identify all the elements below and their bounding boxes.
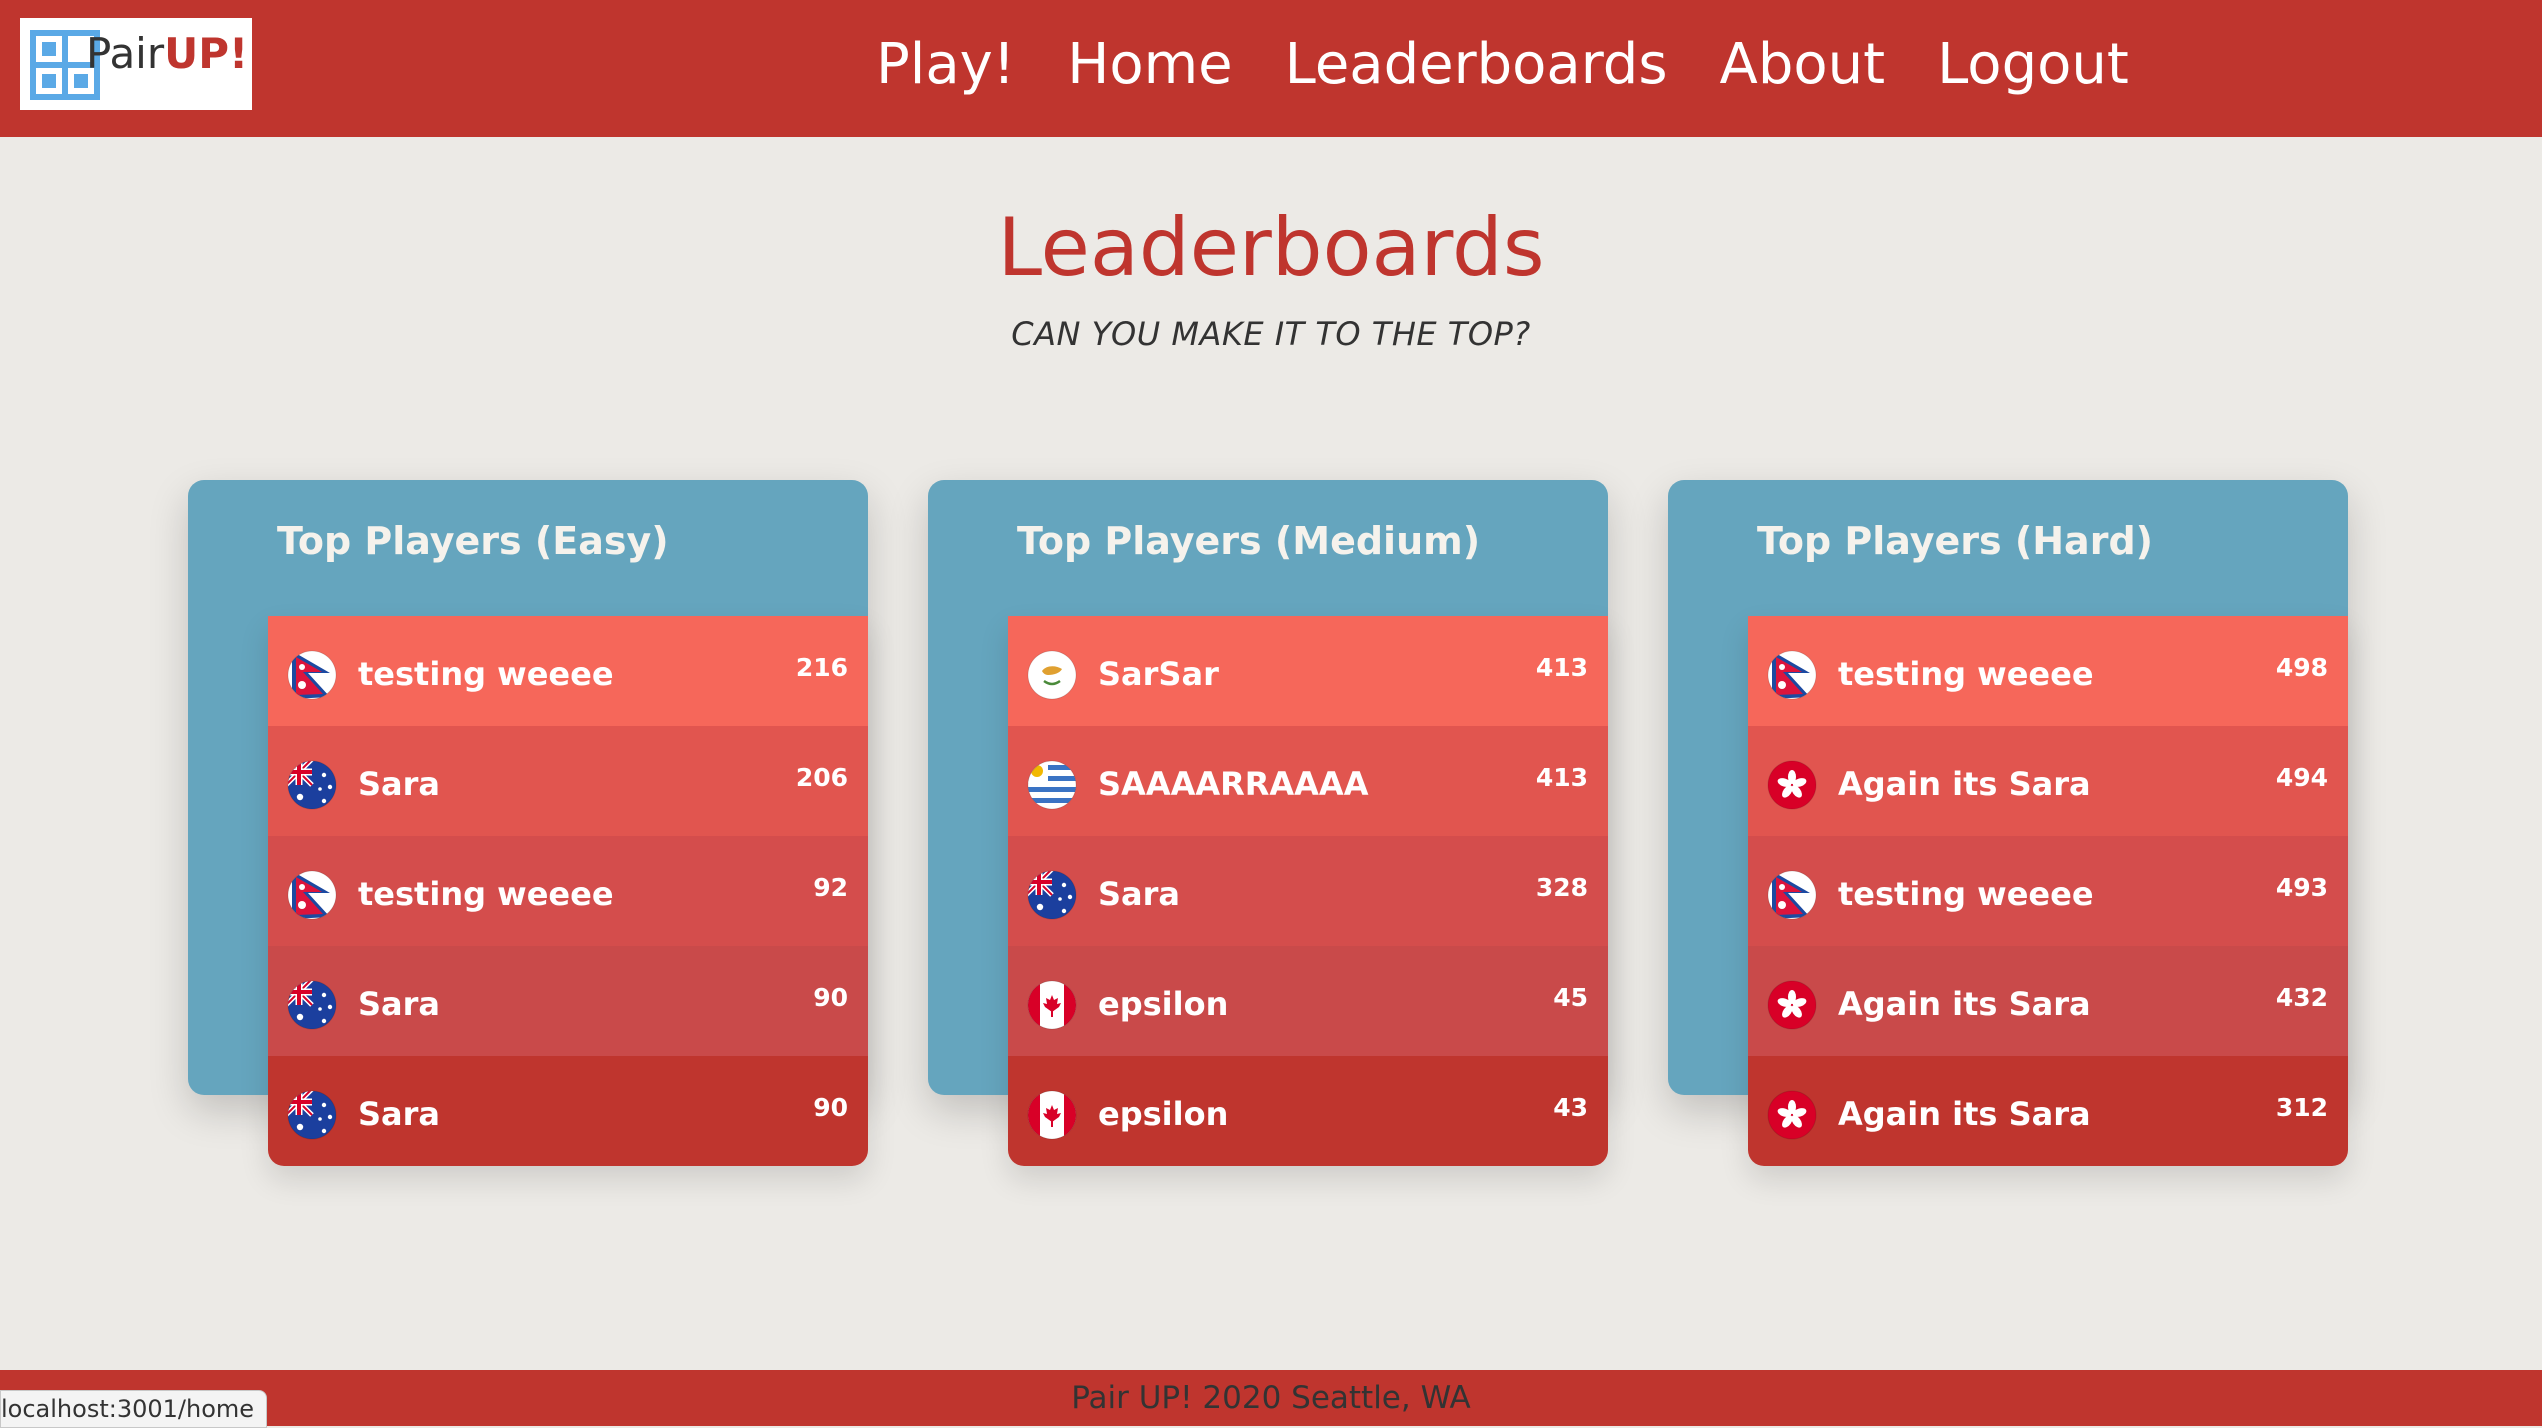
player-name: Again its Sara <box>1838 1095 2091 1133</box>
player-name: testing weeee <box>358 655 614 693</box>
status-bar-url: localhost:3001/home <box>0 1390 268 1428</box>
player-row: 5. epsilon 43 <box>1008 1056 1608 1166</box>
player-score: 206 <box>795 763 848 792</box>
nepal-flag-icon <box>1766 869 1818 921</box>
player-name: Again its Sara <box>1838 765 2091 803</box>
nepal-flag-icon <box>286 649 338 701</box>
player-name: Sara <box>358 1095 441 1133</box>
nepal-flag-icon <box>1766 649 1818 701</box>
hong-kong-flag-icon <box>1766 979 1818 1031</box>
hong-kong-flag-icon <box>1766 759 1818 811</box>
australia-flag-icon <box>1026 869 1078 921</box>
canada-flag-icon <box>1026 1089 1078 1141</box>
leaderboard-easy: Top Players (Easy) 1. testing weeee 216 … <box>188 480 978 1168</box>
player-score: 328 <box>1535 873 1588 902</box>
uruguay-flag-icon <box>1026 759 1078 811</box>
player-row: 4. Again its Sara 432 <box>1748 946 2348 1056</box>
player-name: Sara <box>358 765 441 803</box>
australia-flag-icon <box>286 1089 338 1141</box>
player-name: testing weeee <box>1838 655 2094 693</box>
nav-about-link[interactable]: About <box>1720 28 1886 108</box>
logo-text: PairUP! <box>86 30 248 78</box>
nav-leaderboards-link[interactable]: Leaderboards <box>1285 28 1668 108</box>
player-row: 3. Sara 328 <box>1008 836 1608 946</box>
player-score: 432 <box>2275 983 2328 1012</box>
player-score: 43 <box>1553 1093 1588 1122</box>
player-list: 1. testing weeee 216 2. Sara 206 3. test… <box>268 616 868 1166</box>
leaderboard-medium: Top Players (Medium) 1. SarSar 413 2. SA… <box>928 480 1718 1168</box>
page-title: Leaderboards <box>997 201 1545 294</box>
logo-pair-text: Pair <box>86 29 165 78</box>
player-row: 2. Sara 206 <box>268 726 868 836</box>
player-score: 498 <box>2275 653 2328 682</box>
hong-kong-flag-icon <box>1766 1089 1818 1141</box>
leaderboard-hard: Top Players (Hard) 1. testing weeee 498 … <box>1668 480 2458 1168</box>
player-name: testing weeee <box>1838 875 2094 913</box>
player-row: 2. SAAAARRAAAA 413 <box>1008 726 1608 836</box>
pairup-logo[interactable]: PairUP! <box>20 18 252 110</box>
australia-flag-icon <box>286 979 338 1031</box>
player-row: 1. SarSar 413 <box>1008 616 1608 726</box>
player-row: 3. testing weeee 493 <box>1748 836 2348 946</box>
board-title: Top Players (Easy) <box>277 519 669 563</box>
player-row: 2. Again its Sara 494 <box>1748 726 2348 836</box>
australia-flag-icon <box>286 759 338 811</box>
player-score: 493 <box>2275 873 2328 902</box>
player-score: 45 <box>1553 983 1588 1012</box>
footer: Pair UP! 2020 Seattle, WA <box>0 1370 2542 1426</box>
player-score: 413 <box>1535 653 1588 682</box>
nepal-flag-icon <box>286 869 338 921</box>
player-score: 92 <box>813 873 848 902</box>
player-row: 1. testing weeee 216 <box>268 616 868 726</box>
nav-play-link[interactable]: Play! <box>876 28 1015 108</box>
main-nav: Play! Home Leaderboards About Logout <box>876 28 2129 108</box>
player-score: 90 <box>813 983 848 1012</box>
player-row: 5. Sara 90 <box>268 1056 868 1166</box>
player-score: 216 <box>795 653 848 682</box>
player-score: 413 <box>1535 763 1588 792</box>
logo-up-text: UP! <box>164 29 249 78</box>
player-row: 3. testing weeee 92 <box>268 836 868 946</box>
player-row: 4. Sara 90 <box>268 946 868 1056</box>
player-row: 5. Again its Sara 312 <box>1748 1056 2348 1166</box>
player-row: 1. testing weeee 498 <box>1748 616 2348 726</box>
canada-flag-icon <box>1026 979 1078 1031</box>
player-name: epsilon <box>1098 1095 1229 1133</box>
board-title: Top Players (Medium) <box>1017 519 1481 563</box>
player-name: Again its Sara <box>1838 985 2091 1023</box>
page-subtitle: CAN YOU MAKE IT TO THE TOP? <box>1011 315 1531 353</box>
player-score: 90 <box>813 1093 848 1122</box>
nav-logout-link[interactable]: Logout <box>1937 28 2129 108</box>
player-name: SAAAARRAAAA <box>1098 765 1369 803</box>
player-row: 4. epsilon 45 <box>1008 946 1608 1056</box>
player-list: 1. testing weeee 498 2. Again its Sara 4… <box>1748 616 2348 1166</box>
cyprus-flag-icon <box>1026 649 1078 701</box>
board-title: Top Players (Hard) <box>1757 519 2154 563</box>
nav-home-link[interactable]: Home <box>1067 28 1232 108</box>
player-name: testing weeee <box>358 875 614 913</box>
player-score: 312 <box>2275 1093 2328 1122</box>
footer-text: Pair UP! 2020 Seattle, WA <box>1071 1380 1471 1416</box>
player-name: epsilon <box>1098 985 1229 1023</box>
top-nav-bar: PairUP! Play! Home Leaderboards About Lo… <box>0 0 2542 137</box>
player-name: Sara <box>1098 875 1181 913</box>
player-list: 1. SarSar 413 2. SAAAARRAAAA 413 3. Sara… <box>1008 616 1608 1166</box>
player-name: SarSar <box>1098 655 1219 693</box>
player-name: Sara <box>358 985 441 1023</box>
player-score: 494 <box>2275 763 2328 792</box>
